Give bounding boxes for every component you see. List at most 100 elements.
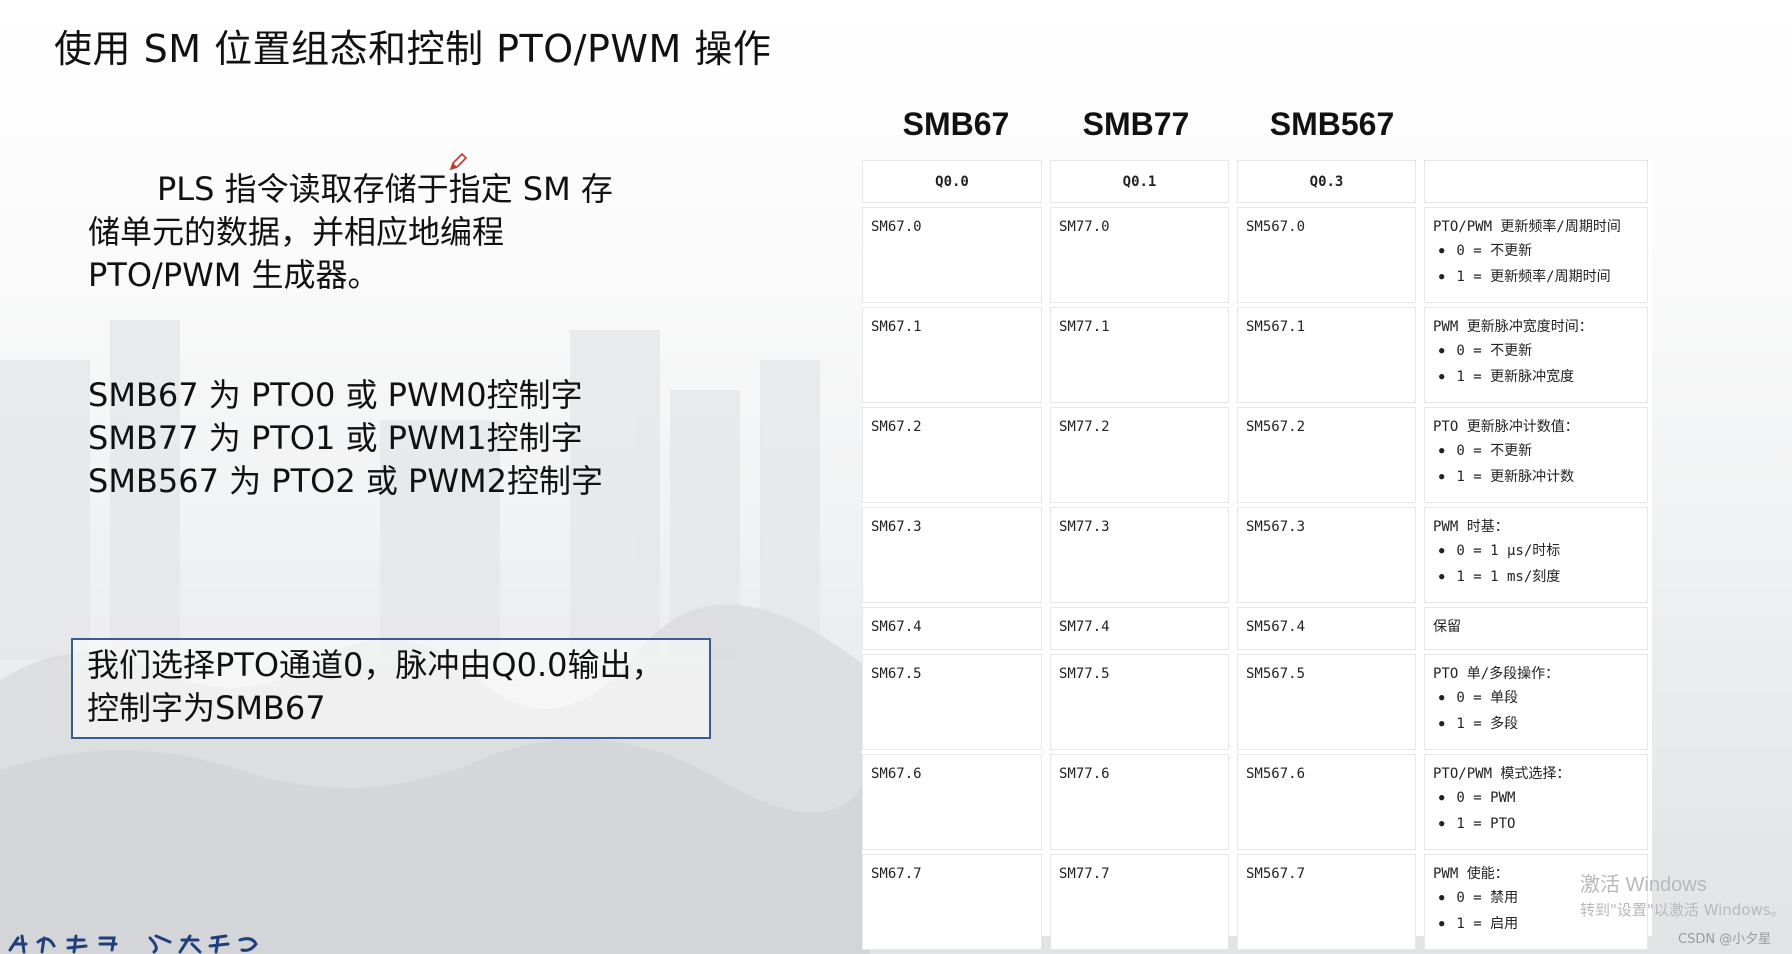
bit-address: SM77.4 — [1059, 619, 1110, 635]
bit-address: SM567.0 — [1246, 219, 1306, 235]
control-word-line: SMB77 为 PTO1 或 PWM1控制字 — [88, 419, 583, 457]
bit-address: SM67.4 — [871, 619, 922, 635]
bit-address: SM567.4 — [1246, 619, 1306, 635]
intro-paragraph: PLS 指令读取存储于指定 SM 存 储单元的数据，并相应地编程 PTO/PWM… — [88, 168, 688, 297]
bit-address: SM67.0 — [871, 219, 922, 235]
bit-option-item: 0 = 不更新 — [1433, 438, 1639, 464]
bit-description-title: 保留 — [1433, 619, 1461, 635]
control-word-line: SMB67 为 PTO0 或 PWM0控制字 — [88, 376, 583, 414]
bit-cell: SM567.3 — [1237, 507, 1416, 603]
bit-address: SM567.6 — [1246, 766, 1306, 782]
bit-address: SM77.3 — [1059, 519, 1110, 535]
bit-cell: SM67.7 — [862, 854, 1042, 950]
bit-cell: SM67.1 — [862, 307, 1042, 403]
calligraphy-logo — [8, 934, 258, 954]
bit-cell: SM77.0 — [1050, 207, 1229, 303]
bit-address: SM67.1 — [871, 319, 922, 335]
bit-description-cell: PTO/PWM 更新频率/周期时间 0 = 不更新1 = 更新频率/周期时间 — [1424, 207, 1648, 303]
bit-address: SM67.7 — [871, 866, 922, 882]
bit-cell: SM567.6 — [1237, 754, 1416, 850]
bit-cell: SM567.1 — [1237, 307, 1416, 403]
output-label: Q0.1 — [1122, 174, 1157, 190]
description-header-cell — [1424, 160, 1648, 203]
bit-option-item: 1 = PTO — [1433, 811, 1639, 837]
selection-note-box: 我们选择PTO通道0，脉冲由Q0.0输出， 控制字为SMB67 — [71, 638, 711, 739]
bit-description-cell: PWM 更新脉冲宽度时间： 0 = 不更新1 = 更新脉冲宽度 — [1424, 307, 1648, 403]
bit-description-title: PTO 单/多段操作： — [1433, 666, 1560, 682]
bit-description-cell: PTO/PWM 模式选择： 0 = PWM1 = PTO — [1424, 754, 1648, 850]
column-header-smb567: SMB567 — [1269, 106, 1395, 142]
bit-cell: SM567.0 — [1237, 207, 1416, 303]
column-header-smb77: SMB77 — [1082, 106, 1190, 142]
bit-cell: SM77.4 — [1050, 607, 1229, 650]
output-label: Q0.0 — [935, 174, 969, 190]
bit-description-title: PTO/PWM 更新频率/周期时间 — [1433, 219, 1621, 235]
bit-address: SM567.5 — [1246, 666, 1306, 682]
bit-address: SM67.6 — [871, 766, 922, 782]
bit-cell: SM567.2 — [1237, 407, 1416, 503]
bit-cell: SM67.6 — [862, 754, 1042, 850]
bit-option-item: 1 = 1 ms/刻度 — [1433, 564, 1639, 590]
bit-option-item: 0 = 单段 — [1433, 685, 1639, 711]
column-header-smb67: SMB67 — [902, 106, 1010, 142]
windows-activation-watermark: 激活 Windows 转到"设置"以激活 Windows。 — [1580, 868, 1786, 920]
bit-cell: SM77.1 — [1050, 307, 1229, 403]
bit-cell: SM67.3 — [862, 507, 1042, 603]
intro-line: PTO/PWM 生成器。 — [88, 256, 380, 294]
bit-option-item: 1 = 多段 — [1433, 711, 1639, 737]
bit-address: SM77.0 — [1059, 219, 1110, 235]
bit-address: SM567.3 — [1246, 519, 1306, 535]
bit-address: SM77.6 — [1059, 766, 1110, 782]
bit-address: SM77.7 — [1059, 866, 1110, 882]
output-header-cell: Q0.3 — [1237, 160, 1416, 203]
sm-control-bit-table: Q0.0 Q0.1 Q0.3 SM67.0 SM77.0 SM567.0 PTO/PWM 更… — [862, 160, 1652, 950]
bit-address: SM567.7 — [1246, 866, 1306, 882]
bit-option-item: 0 = PWM — [1433, 785, 1639, 811]
bit-cell: SM67.2 — [862, 407, 1042, 503]
bit-cell: SM67.0 — [862, 207, 1042, 303]
csdn-credit: CSDN @小夕星 — [1678, 932, 1772, 947]
bit-description-cell: PWM 时基： 0 = 1 μs/时标1 = 1 ms/刻度 — [1424, 507, 1648, 603]
bit-description-cell: PTO 更新脉冲计数值： 0 = 不更新1 = 更新脉冲计数 — [1424, 407, 1648, 503]
slide-title: 使用 SM 位置组态和控制 PTO/PWM 操作 — [54, 27, 772, 71]
bit-address: SM77.1 — [1059, 319, 1110, 335]
bit-address: SM67.5 — [871, 666, 922, 682]
bit-address: SM77.2 — [1059, 419, 1110, 435]
bit-description-title: PWM 时基： — [1433, 519, 1509, 535]
bit-cell: SM567.4 — [1237, 607, 1416, 650]
watermark-line: 转到"设置"以激活 Windows。 — [1580, 901, 1786, 919]
bit-description-title: PWM 更新脉冲宽度时间： — [1433, 319, 1593, 335]
output-label: Q0.3 — [1309, 174, 1344, 190]
bit-option-item: 1 = 更新脉冲计数 — [1433, 464, 1639, 490]
bit-option-item: 0 = 不更新 — [1433, 238, 1639, 264]
bit-cell: SM567.7 — [1237, 854, 1416, 950]
bit-cell: SM567.5 — [1237, 654, 1416, 750]
bit-option-item: 0 = 1 μs/时标 — [1433, 538, 1639, 564]
bit-description-title: PTO/PWM 模式选择： — [1433, 766, 1571, 782]
bit-address: SM67.2 — [871, 419, 922, 435]
bit-address: SM567.2 — [1246, 419, 1306, 435]
bit-description-title: PTO 更新脉冲计数值： — [1433, 419, 1579, 435]
bit-cell: SM77.6 — [1050, 754, 1229, 850]
bit-address: SM77.5 — [1059, 666, 1110, 682]
bit-option-item: 0 = 不更新 — [1433, 338, 1639, 364]
watermark-line: 激活 Windows — [1580, 874, 1707, 896]
bit-cell: SM77.5 — [1050, 654, 1229, 750]
bit-cell: SM77.7 — [1050, 854, 1229, 950]
bit-cell: SM67.4 — [862, 607, 1042, 650]
output-header-cell: Q0.1 — [1050, 160, 1229, 203]
bit-address: SM67.3 — [871, 519, 922, 535]
note-line: 控制字为SMB67 — [87, 689, 326, 727]
output-header-cell: Q0.0 — [862, 160, 1042, 203]
bit-cell: SM67.5 — [862, 654, 1042, 750]
bit-description-cell: 保留 — [1424, 607, 1648, 650]
intro-line: PLS 指令读取存储于指定 SM 存 — [157, 170, 613, 208]
intro-line: 储单元的数据，并相应地编程 — [88, 213, 505, 251]
control-word-line: SMB567 为 PTO2 或 PWM2控制字 — [88, 462, 603, 500]
bit-option-item: 1 = 更新频率/周期时间 — [1433, 264, 1639, 290]
bit-cell: SM77.2 — [1050, 407, 1229, 503]
bit-option-item: 1 = 更新脉冲宽度 — [1433, 364, 1639, 390]
note-line: 我们选择PTO通道0，脉冲由Q0.0输出， — [87, 646, 664, 684]
bit-address: SM567.1 — [1246, 319, 1306, 335]
control-word-list: SMB67 为 PTO0 或 PWM0控制字 SMB77 为 PTO1 或 PW… — [88, 374, 728, 503]
